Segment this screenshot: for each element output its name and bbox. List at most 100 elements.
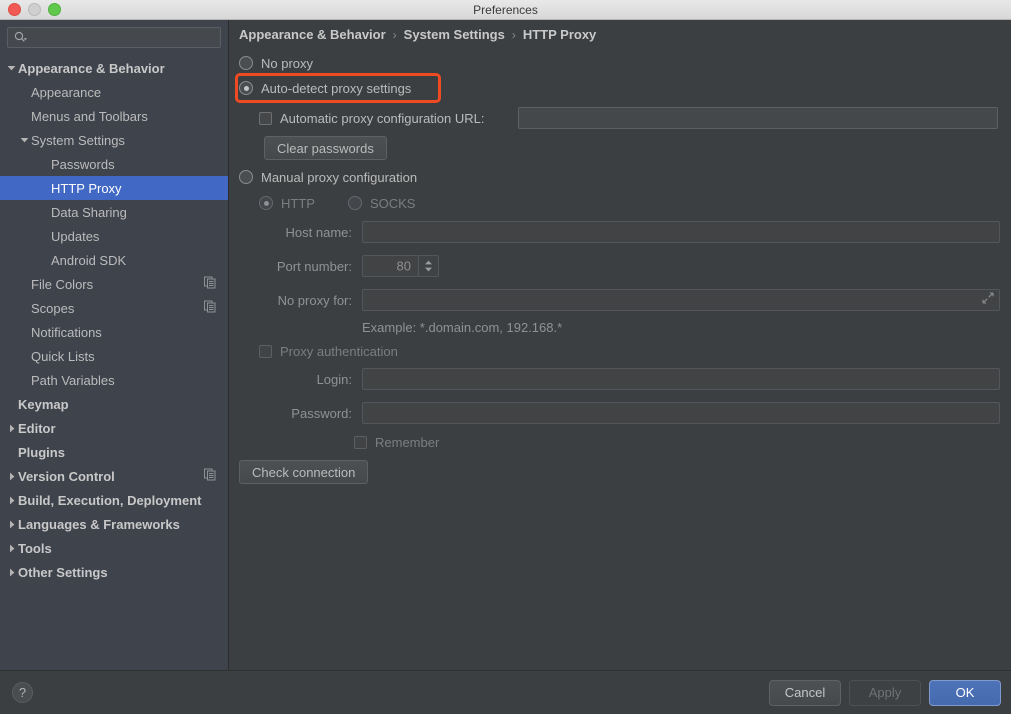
sidebar-item-label: Menus and Toolbars [31, 108, 148, 124]
manual-proxy-label: Manual proxy configuration [261, 169, 418, 185]
proxy-authentication-checkbox[interactable] [259, 344, 272, 358]
sidebar-item-languages-frameworks[interactable]: Languages & Frameworks [0, 512, 228, 536]
clear-passwords-button[interactable]: Clear passwords [264, 136, 387, 160]
no-proxy-radio[interactable] [239, 56, 253, 70]
sidebar-item-version-control[interactable]: Version Control [0, 464, 228, 488]
check-connection-button[interactable]: Check connection [239, 460, 369, 484]
sidebar-item-path-variables[interactable]: Path Variables [0, 368, 228, 392]
sidebar-item-label: Android SDK [51, 252, 127, 268]
chevron-right-icon[interactable] [5, 424, 18, 433]
dialog-body: Appearance & Behavior Appearance Menus and… [0, 20, 1011, 671]
sidebar-item-passwords[interactable]: Passwords [0, 152, 228, 176]
sidebar-item-label: Passwords [51, 156, 115, 172]
search-icon [14, 31, 28, 44]
sidebar-item-menus-and-toolbars[interactable]: Menus and Toolbars [0, 104, 228, 128]
expand-icon[interactable] [982, 291, 994, 309]
no-proxy-option[interactable]: No proxy [239, 51, 1003, 75]
socks-label: SOCKS [369, 195, 416, 211]
check-connection-row: Check connection [239, 458, 1003, 486]
port-number-stepper[interactable] [419, 255, 439, 277]
sidebar-item-notifications[interactable]: Notifications [0, 320, 228, 344]
sidebar-item-editor[interactable]: Editor [0, 416, 228, 440]
title-bar: Preferences [0, 0, 1011, 20]
auto-detect-label: Auto-detect proxy settings [261, 80, 412, 96]
proxy-authentication-label: Proxy authentication [280, 343, 398, 359]
copy-settings-icon[interactable] [204, 276, 216, 292]
apply-button: Apply [849, 679, 921, 706]
remember-label: Remember [375, 434, 440, 450]
no-proxy-for-label: No proxy for: [277, 292, 352, 308]
sidebar-item-http-proxy[interactable]: HTTP Proxy [0, 176, 228, 200]
sidebar-item-tools[interactable]: Tools [0, 536, 228, 560]
clear-passwords-row: Clear passwords [239, 134, 1003, 162]
cancel-button[interactable]: Cancel [769, 679, 841, 706]
sidebar-item-system-settings[interactable]: System Settings [0, 128, 228, 152]
auto-detect-option[interactable]: Auto-detect proxy settings [235, 73, 1003, 103]
password-label: Password: [291, 405, 352, 421]
window-title: Preferences [473, 2, 538, 17]
chevron-right-icon[interactable] [5, 496, 18, 505]
remember-checkbox[interactable] [354, 435, 367, 449]
protocol-row: HTTP SOCKS [239, 191, 1003, 215]
breadcrumb-item-0[interactable]: Appearance & Behavior [239, 27, 386, 42]
auto-config-url-label: Automatic proxy configuration URL: [280, 110, 485, 126]
port-number-value: 80 [396, 258, 411, 274]
sidebar-item-updates[interactable]: Updates [0, 224, 228, 248]
sidebar-item-file-colors[interactable]: File Colors [0, 272, 228, 296]
auto-config-url-checkbox[interactable] [259, 111, 272, 125]
dialog-actions: Cancel Apply OK [769, 679, 1001, 706]
sidebar-item-appearance-behavior[interactable]: Appearance & Behavior [0, 56, 228, 80]
login-input[interactable] [362, 368, 1000, 390]
sidebar-item-label: Other Settings [18, 564, 108, 580]
sidebar-item-other-settings[interactable]: Other Settings [0, 560, 228, 584]
sidebar-item-android-sdk[interactable]: Android SDK [0, 248, 228, 272]
port-number-input[interactable]: 80 [362, 255, 419, 277]
chevron-down-icon[interactable] [5, 65, 18, 71]
ok-button[interactable]: OK [929, 679, 1001, 706]
password-input[interactable] [362, 402, 1000, 424]
manual-proxy-option[interactable]: Manual proxy configuration [239, 165, 1003, 189]
chevron-right-icon[interactable] [5, 568, 18, 577]
help-button[interactable]: ? [12, 682, 33, 703]
search-input[interactable] [7, 27, 221, 48]
breadcrumb-item-1[interactable]: System Settings [404, 27, 505, 42]
breadcrumb-item-2: HTTP Proxy [522, 27, 597, 42]
sidebar-item-build-execution-deployment[interactable]: Build, Execution, Deployment [0, 488, 228, 512]
sidebar-item-appearance[interactable]: Appearance [0, 80, 228, 104]
sidebar-item-label: Path Variables [31, 372, 115, 388]
sidebar-item-scopes[interactable]: Scopes [0, 296, 228, 320]
sidebar-item-label: Updates [51, 228, 100, 244]
copy-settings-icon[interactable] [204, 468, 216, 484]
sidebar-item-label: Editor [18, 420, 56, 436]
port-number-label: Port number: [276, 258, 352, 274]
auto-config-url-input[interactable] [518, 107, 998, 129]
sidebar-item-label: Quick Lists [31, 348, 95, 364]
manual-proxy-radio[interactable] [239, 170, 253, 184]
auto-detect-radio[interactable] [239, 81, 253, 95]
chevron-right-icon[interactable] [5, 472, 18, 481]
sidebar-item-label: System Settings [31, 132, 125, 148]
chevron-right-icon[interactable] [5, 520, 18, 529]
sidebar-item-quick-lists[interactable]: Quick Lists [0, 344, 228, 368]
password-row: Password: [239, 399, 1003, 427]
sidebar-item-data-sharing[interactable]: Data Sharing [0, 200, 228, 224]
socks-radio[interactable] [347, 196, 362, 210]
no-proxy-for-input[interactable] [362, 289, 1000, 311]
breadcrumb-separator-icon: › [511, 27, 516, 42]
host-name-row: Host name: [239, 218, 1003, 246]
sidebar-item-keymap[interactable]: Keymap [0, 392, 228, 416]
sidebar-item-label: Version Control [18, 468, 115, 484]
sidebar-item-label: Tools [18, 540, 52, 556]
host-name-input[interactable] [362, 221, 1000, 243]
chevron-down-icon[interactable] [18, 137, 31, 143]
copy-settings-icon[interactable] [204, 300, 216, 316]
http-radio[interactable] [259, 196, 273, 210]
login-label: Login: [316, 371, 352, 387]
no-proxy-for-row: No proxy for: [239, 286, 1003, 314]
settings-tree: Appearance & Behavior Appearance Menus and… [0, 54, 228, 671]
example-row: Example: *.domain.com, 192.168.* [239, 316, 1003, 338]
breadcrumb-separator-icon: › [392, 27, 397, 42]
search-container [0, 20, 228, 54]
sidebar-item-plugins[interactable]: Plugins [0, 440, 228, 464]
chevron-right-icon[interactable] [5, 544, 18, 553]
